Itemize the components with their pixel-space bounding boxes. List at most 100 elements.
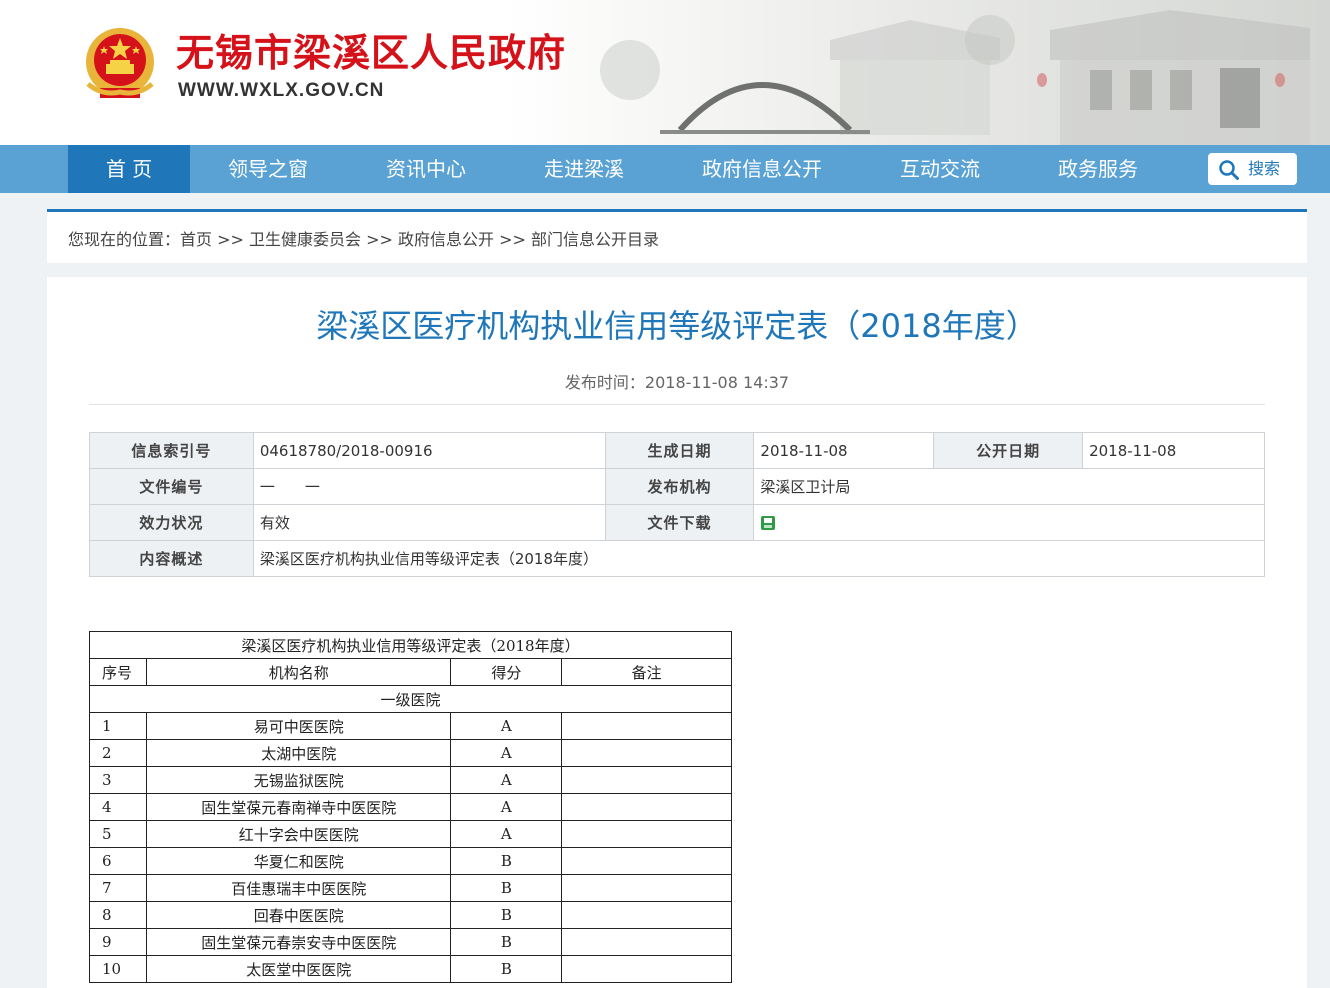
table-row: 9 固生堂葆元春崇安寺中医医院 B bbox=[89, 928, 732, 956]
cell-score: A bbox=[450, 793, 563, 821]
meta-label: 发布机构 bbox=[604, 468, 755, 505]
cell-score: B bbox=[450, 955, 563, 983]
nav-item-gov-info[interactable]: 政府信息公开 bbox=[682, 145, 842, 193]
breadcrumb-separator: >> bbox=[494, 230, 532, 249]
cell-score: A bbox=[450, 820, 563, 848]
header-scenery-image bbox=[600, 10, 1310, 145]
column-header: 得分 bbox=[450, 658, 563, 686]
table-row: 信息索引号 04618780/2018-00916 生成日期 2018-11-0… bbox=[89, 432, 1265, 469]
meta-label: 内容概述 bbox=[89, 540, 254, 577]
cell-note bbox=[561, 955, 732, 983]
table-row: 4 固生堂葆元春南禅寺中医医院 A bbox=[89, 793, 732, 821]
meta-label: 文件编号 bbox=[89, 468, 254, 505]
cell-score: B bbox=[450, 928, 563, 956]
main-nav: 首 页 领导之窗 资讯中心 走进梁溪 政府信息公开 互动交流 政务服务 bbox=[0, 145, 1330, 193]
cell-name: 太医堂中医医院 bbox=[145, 955, 452, 983]
cell-note bbox=[561, 793, 732, 821]
column-header: 机构名称 bbox=[145, 658, 452, 686]
cell-number: 3 bbox=[89, 766, 147, 794]
breadcrumb-separator: >> bbox=[361, 230, 399, 249]
cell-name: 百佳惠瑞丰中医医院 bbox=[145, 874, 452, 902]
table-row: 内容概述 梁溪区医疗机构执业信用等级评定表（2018年度） bbox=[89, 540, 1266, 577]
breadcrumb-item-catalog[interactable]: 部门信息公开目录 bbox=[531, 230, 659, 249]
table-row: 5 红十字会中医医院 A bbox=[89, 820, 732, 848]
nav-item-interaction[interactable]: 互动交流 bbox=[876, 145, 1004, 193]
cell-note bbox=[561, 820, 732, 848]
breadcrumb-prefix: 您现在的位置： bbox=[68, 230, 181, 249]
meta-value: 有效 bbox=[252, 504, 606, 541]
table-section: 一级医院 bbox=[89, 685, 732, 713]
breadcrumb-separator: >> bbox=[212, 230, 250, 249]
cell-note bbox=[561, 874, 732, 902]
site-header: 无锡市梁溪区人民政府 WWW.WXLX.GOV.CN bbox=[0, 0, 1330, 145]
national-emblem-icon bbox=[86, 28, 154, 98]
meta-value: 04618780/2018-00916 bbox=[252, 432, 606, 469]
table-row: 1 易可中医医院 A bbox=[89, 712, 732, 740]
meta-value: 2018-11-08 bbox=[1082, 432, 1265, 469]
breadcrumb-item-gov-info[interactable]: 政府信息公开 bbox=[398, 230, 494, 249]
cell-note bbox=[561, 739, 732, 767]
nav-item-about[interactable]: 走进梁溪 bbox=[520, 145, 648, 193]
cell-note bbox=[561, 766, 732, 794]
breadcrumb-bar: 您现在的位置：首页 >> 卫生健康委员会 >> 政府信息公开 >> 部门信息公开… bbox=[47, 209, 1307, 263]
cell-name: 无锡监狱医院 bbox=[145, 766, 452, 794]
title-divider bbox=[89, 404, 1265, 405]
table-row: 效力状况 有效 文件下载 bbox=[89, 504, 1265, 541]
cell-name: 易可中医医院 bbox=[145, 712, 452, 740]
search-label: 搜索 bbox=[1248, 159, 1281, 178]
cell-number: 2 bbox=[89, 739, 147, 767]
nav-item-home[interactable]: 首 页 bbox=[68, 145, 190, 193]
nav-item-news[interactable]: 资讯中心 bbox=[362, 145, 490, 193]
table-row: 10 太医堂中医医院 B bbox=[89, 955, 732, 983]
breadcrumb-item-health[interactable]: 卫生健康委员会 bbox=[249, 230, 361, 249]
meta-label: 信息索引号 bbox=[89, 432, 254, 469]
table-row: 8 回春中医医院 B bbox=[89, 901, 732, 929]
meta-value: 梁溪区医疗机构执业信用等级评定表（2018年度） bbox=[252, 540, 1266, 577]
cell-score: B bbox=[450, 874, 563, 902]
cell-name: 固生堂葆元春崇安寺中医医院 bbox=[145, 928, 452, 956]
cell-number: 10 bbox=[89, 955, 147, 983]
column-header: 备注 bbox=[561, 658, 732, 686]
cell-score: A bbox=[450, 739, 563, 767]
table-row: 2 太湖中医院 A bbox=[89, 739, 732, 767]
cell-number: 4 bbox=[89, 793, 147, 821]
article-title: 梁溪区医疗机构执业信用等级评定表（2018年度） bbox=[316, 307, 1038, 345]
cell-score: A bbox=[450, 712, 563, 740]
meta-table: 信息索引号 04618780/2018-00916 生成日期 2018-11-0… bbox=[89, 432, 1266, 577]
site-title[interactable]: 无锡市梁溪区人民政府 bbox=[176, 30, 566, 76]
cell-note bbox=[561, 847, 732, 875]
cell-number: 9 bbox=[89, 928, 147, 956]
meta-label: 生成日期 bbox=[604, 432, 755, 469]
cell-score: B bbox=[450, 901, 563, 929]
cell-number: 5 bbox=[89, 820, 147, 848]
nav-item-leaders[interactable]: 领导之窗 bbox=[204, 145, 332, 193]
cell-number: 7 bbox=[89, 874, 147, 902]
meta-label: 公开日期 bbox=[933, 432, 1084, 469]
cell-number: 6 bbox=[89, 847, 147, 875]
cell-name: 华夏仁和医院 bbox=[145, 847, 452, 875]
meta-label: 文件下载 bbox=[604, 504, 755, 541]
cell-note bbox=[561, 901, 732, 929]
cell-name: 太湖中医院 bbox=[145, 739, 452, 767]
table-row: 3 无锡监狱医院 A bbox=[89, 766, 732, 794]
cell-number: 8 bbox=[89, 901, 147, 929]
meta-value: 2018-11-08 bbox=[753, 432, 935, 469]
breadcrumb: 您现在的位置：首页 >> 卫生健康委员会 >> 政府信息公开 >> 部门信息公开… bbox=[68, 226, 659, 250]
cell-score: A bbox=[450, 766, 563, 794]
excel-file-icon[interactable] bbox=[760, 515, 776, 531]
breadcrumb-item-home[interactable]: 首页 bbox=[180, 230, 212, 249]
article-panel: 梁溪区医疗机构执业信用等级评定表（2018年度） 发布时间：2018-11-08… bbox=[47, 277, 1307, 988]
cell-name: 固生堂葆元春南禅寺中医医院 bbox=[145, 793, 452, 821]
meta-value: 一 一 bbox=[252, 468, 606, 505]
table-row: 7 百佳惠瑞丰中医医院 B bbox=[89, 874, 732, 902]
cell-note bbox=[561, 712, 732, 740]
table-row: 6 华夏仁和医院 B bbox=[89, 847, 732, 875]
table-row: 文件编号 一 一 发布机构 梁溪区卫计局 bbox=[89, 468, 1265, 505]
cell-note bbox=[561, 928, 732, 956]
rating-table: 梁溪区医疗机构执业信用等级评定表（2018年度） 序号 机构名称 得分 备注 一… bbox=[89, 631, 732, 983]
nav-item-services[interactable]: 政务服务 bbox=[1034, 145, 1162, 193]
table-section-row: 一级医院 bbox=[89, 685, 732, 713]
publish-info: 发布时间：2018-11-08 14:37 bbox=[47, 369, 1307, 393]
site-url[interactable]: WWW.WXLX.GOV.CN bbox=[178, 80, 384, 102]
search-button[interactable]: 搜索 bbox=[1208, 153, 1297, 185]
